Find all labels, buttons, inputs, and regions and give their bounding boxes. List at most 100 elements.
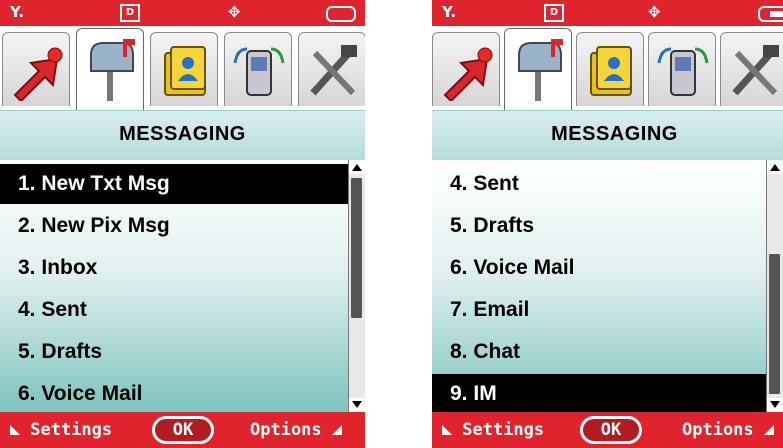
menu-item-number: 2. — [18, 214, 36, 237]
menu-item-number: 4. — [450, 172, 468, 195]
tab-phone-tools[interactable] — [648, 32, 716, 106]
menu-item-number: 1. — [18, 172, 36, 195]
menu-item-number: 5. — [450, 214, 468, 237]
menu-item-label: Drafts — [41, 340, 103, 363]
menu-item-number: 3. — [18, 256, 36, 279]
softkey-right-label: Options — [682, 420, 754, 440]
ok-label: OK — [172, 420, 194, 440]
menu-item-label: Voice Mail — [41, 382, 143, 405]
tab-settings-tools[interactable] — [720, 32, 783, 106]
scroll-up-icon — [352, 164, 362, 171]
tab-settings-tools[interactable] — [298, 32, 365, 106]
softkey-options[interactable]: Options — [682, 419, 774, 441]
scroll-down-arrow[interactable] — [349, 398, 365, 412]
tab-recent-calls[interactable] — [432, 32, 500, 106]
title-bar: MESSAGING — [0, 110, 365, 160]
scroll-down-arrow[interactable] — [767, 398, 783, 412]
title-bar: MESSAGING — [432, 110, 783, 160]
softkey-bar: Settings OK Options — [432, 412, 783, 448]
softkey-left-label: Settings — [30, 420, 113, 440]
data-mode-icon: D — [544, 4, 564, 22]
status-bar: Y. D ✥ — [432, 0, 783, 26]
menu-item-label: New Pix Msg — [41, 214, 170, 237]
contacts-icon — [164, 46, 206, 96]
scroll-down-icon — [352, 401, 362, 408]
corner-arrow-left-icon — [10, 425, 20, 435]
menu-item-drafts[interactable]: 5. Drafts — [0, 332, 365, 372]
menu-item-label: Email — [473, 298, 530, 321]
softkey-settings[interactable]: Settings — [10, 419, 112, 441]
softkey-left-label: Settings — [462, 420, 545, 440]
settings-tools-icon — [310, 45, 357, 96]
menu-item-voice-mail[interactable]: 6. Voice Mail — [0, 374, 365, 414]
phone-tools-icon — [657, 47, 709, 96]
softkey-options[interactable]: Options — [250, 419, 342, 441]
menu-list: 1. New Txt Msg 2. New Pix Msg 3. Inbox 4… — [0, 160, 365, 412]
scrollbar[interactable] — [766, 160, 783, 412]
softkey-settings[interactable]: Settings — [442, 419, 544, 441]
menu-item-label: Sent — [473, 172, 519, 195]
recent-calls-icon — [443, 47, 493, 101]
menu-item-number: 4. — [18, 298, 36, 321]
menu-item-im[interactable]: 9. IM — [432, 374, 766, 414]
menu-item-number: 9. — [450, 382, 468, 405]
scroll-up-arrow[interactable] — [767, 160, 783, 174]
menu-item-email[interactable]: 7. Email — [432, 290, 783, 330]
scroll-up-arrow[interactable] — [349, 160, 365, 174]
menu-item-label: Chat — [473, 340, 521, 363]
corner-arrow-right-icon — [763, 425, 774, 435]
signal-strength-icon: Y. — [10, 3, 25, 21]
scrollbar[interactable] — [348, 160, 365, 412]
scrollbar-thumb[interactable] — [769, 254, 780, 394]
ok-label: OK — [600, 420, 622, 440]
phone-screen-1: Y. D ✥ MESSAGING 1. New Txt Msg 2. New P… — [0, 0, 365, 448]
menu-item-sent[interactable]: 4. Sent — [0, 290, 365, 330]
corner-arrow-right-icon — [331, 425, 342, 435]
tab-recent-calls[interactable] — [2, 32, 70, 106]
scroll-up-icon — [770, 164, 780, 171]
messaging-mailbox-icon — [90, 39, 135, 101]
recent-calls-icon — [13, 47, 63, 101]
menu-tabs — [432, 26, 783, 110]
menu-item-inbox[interactable]: 3. Inbox — [0, 248, 365, 288]
tab-messaging[interactable] — [504, 28, 572, 110]
phone-screen-2: Y. D ✥ MESSAGING 4. Sent 5. Drafts 6. Vo… — [432, 0, 783, 448]
scrollbar-thumb[interactable] — [351, 178, 362, 318]
menu-item-number: 5. — [18, 340, 36, 363]
menu-item-label: Drafts — [473, 214, 535, 237]
menu-item-sent[interactable]: 4. Sent — [432, 164, 783, 204]
menu-item-label: Voice Mail — [473, 256, 575, 279]
messaging-mailbox-icon — [518, 39, 563, 101]
tab-messaging[interactable] — [76, 28, 144, 110]
location-icon: ✥ — [228, 3, 241, 21]
phone-tools-icon — [233, 47, 285, 96]
battery-icon — [326, 6, 356, 22]
menu-item-chat[interactable]: 8. Chat — [432, 332, 783, 372]
ok-button[interactable]: OK — [152, 416, 214, 444]
menu-item-number: 6. — [18, 382, 36, 405]
settings-tools-icon — [732, 45, 779, 96]
signal-strength-icon: Y. — [442, 3, 457, 21]
menu-tabs — [0, 26, 365, 110]
menu-item-number: 7. — [450, 298, 468, 321]
menu-item-drafts[interactable]: 5. Drafts — [432, 206, 783, 246]
menu-item-new-pix-msg[interactable]: 2. New Pix Msg — [0, 206, 365, 246]
menu-item-label: IM — [473, 382, 497, 405]
ok-button[interactable]: OK — [580, 416, 642, 444]
corner-arrow-left-icon — [442, 425, 452, 435]
menu-item-voice-mail[interactable]: 6. Voice Mail — [432, 248, 783, 288]
scroll-down-icon — [770, 401, 780, 408]
data-mode-icon: D — [120, 4, 140, 22]
location-icon: ✥ — [648, 3, 661, 21]
battery-charging-icon — [758, 6, 783, 22]
menu-item-new-txt-msg[interactable]: 1. New Txt Msg — [0, 164, 348, 204]
softkey-bar: Settings OK Options — [0, 412, 365, 448]
status-bar: Y. D ✥ — [0, 0, 365, 26]
page-title: MESSAGING — [551, 123, 678, 145]
menu-item-label: Sent — [41, 298, 87, 321]
tab-contacts[interactable] — [150, 32, 218, 106]
tab-contacts[interactable] — [576, 32, 644, 106]
softkey-right-label: Options — [250, 420, 322, 440]
tab-phone-tools[interactable] — [224, 32, 292, 106]
menu-list: 4. Sent 5. Drafts 6. Voice Mail 7. Email… — [432, 160, 783, 414]
